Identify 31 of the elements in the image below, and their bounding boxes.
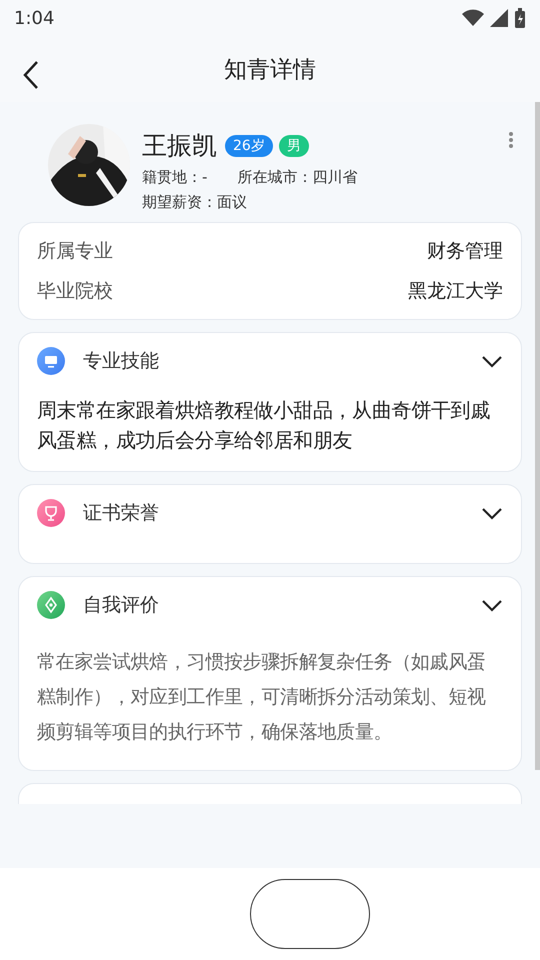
status-time: 1:04 — [14, 8, 54, 28]
section-title: 自我评价 — [83, 593, 160, 618]
chevron-drawing — [481, 354, 503, 368]
info-value: 黑龙江大学 — [408, 279, 503, 304]
hometown-text: 籍贯地：- — [142, 168, 208, 187]
signal-icon — [490, 9, 508, 27]
section-title: 专业技能 — [83, 349, 160, 374]
wifi-icon — [462, 9, 484, 27]
page-title: 知青详情 — [224, 56, 316, 84]
chevron-icon[interactable] — [481, 506, 503, 520]
back-icon — [22, 60, 40, 90]
trophy-icon — [37, 499, 65, 527]
section-text: 常在家尝试烘焙，习惯按步骤拆解复杂任务（如戚风蛋糕制作），对应到工作里，可清晰拆分活动策划、短视频剪辑等项目的执行环节，确保落地质量。 — [36, 650, 487, 745]
pen-icon — [37, 591, 65, 619]
info-value: 财务管理 — [427, 239, 503, 264]
chevron-drawing — [481, 506, 503, 520]
section-text: 周末常在家跟着烘焙教程做小甜品，从曲奇饼干到戚风蛋糕，成功后会分享给邻居和朋友 — [36, 397, 492, 454]
dots-drawing — [508, 132, 514, 148]
city-text: 所在城市：四川省 — [237, 168, 358, 187]
chevron-icon[interactable] — [481, 598, 503, 612]
chevron-icon[interactable] — [481, 354, 503, 368]
salary-text: 期望薪资：面议 — [142, 193, 247, 212]
battery-icon — [514, 8, 526, 28]
gender-badge: 男 — [278, 134, 309, 156]
age-badge: 26岁 — [225, 134, 273, 156]
person-name: 王振凯 — [142, 130, 217, 162]
info-label: 毕业院校 — [37, 279, 113, 304]
info-label: 所属专业 — [37, 239, 113, 264]
chevron-drawing — [481, 598, 503, 612]
monitor-icon — [37, 347, 65, 375]
section-title: 证书荣誉 — [83, 501, 160, 526]
